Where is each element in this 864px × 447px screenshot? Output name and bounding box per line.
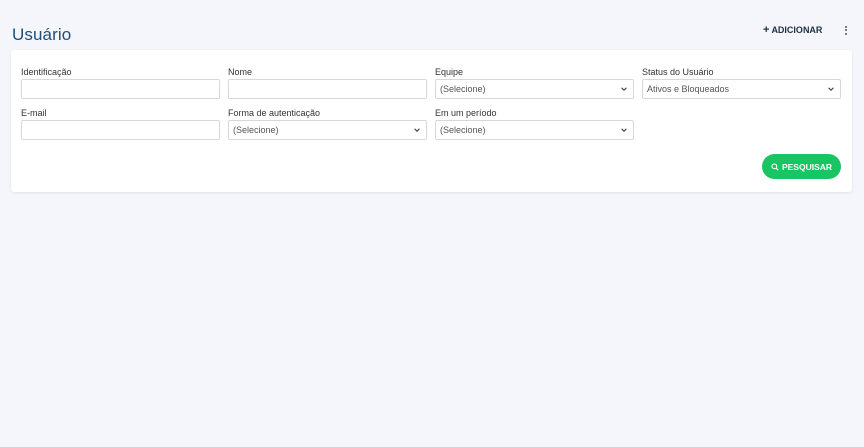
kebab-menu-icon[interactable] xyxy=(842,23,850,37)
email-input[interactable] xyxy=(21,120,220,140)
email-label: E-mail xyxy=(21,108,47,118)
autenticacao-label: Forma de autenticação xyxy=(228,108,321,118)
page-title: Usuário xyxy=(12,25,72,44)
status-label: Status do Usuário xyxy=(642,67,714,77)
plus-icon: + xyxy=(763,23,770,36)
chevron-down-icon xyxy=(621,128,627,132)
page-header: Usuário + ADICIONAR xyxy=(0,0,864,50)
add-button-label: ADICIONAR xyxy=(771,25,823,35)
equipe-select[interactable]: (Selecione) xyxy=(435,79,634,99)
autenticacao-select[interactable]: (Selecione) xyxy=(228,120,427,140)
nome-input[interactable] xyxy=(228,79,427,99)
periodo-label: Em um período xyxy=(435,108,497,118)
filter-card: Identificação Nome Equipe (Selecione) St… xyxy=(11,50,852,192)
status-selected-value: Ativos e Bloqueados xyxy=(647,84,730,94)
chevron-down-icon xyxy=(414,128,420,132)
identificacao-label: Identificação xyxy=(21,67,72,77)
chevron-down-icon xyxy=(828,87,834,91)
nome-label: Nome xyxy=(228,67,253,77)
identificacao-input[interactable] xyxy=(21,79,220,99)
search-button-label: PESQUISAR xyxy=(781,161,833,172)
periodo-select[interactable]: (Selecione) xyxy=(435,120,634,140)
search-icon xyxy=(771,162,779,171)
equipe-selected-value: (Selecione) xyxy=(440,84,486,94)
periodo-selected-value: (Selecione) xyxy=(440,125,486,135)
autenticacao-selected-value: (Selecione) xyxy=(233,125,279,135)
equipe-label: Equipe xyxy=(435,67,464,77)
chevron-down-icon xyxy=(621,87,627,91)
status-select[interactable]: Ativos e Bloqueados xyxy=(642,79,841,99)
search-button[interactable]: PESQUISAR xyxy=(762,154,841,179)
add-button[interactable]: + ADICIONAR xyxy=(763,23,822,37)
